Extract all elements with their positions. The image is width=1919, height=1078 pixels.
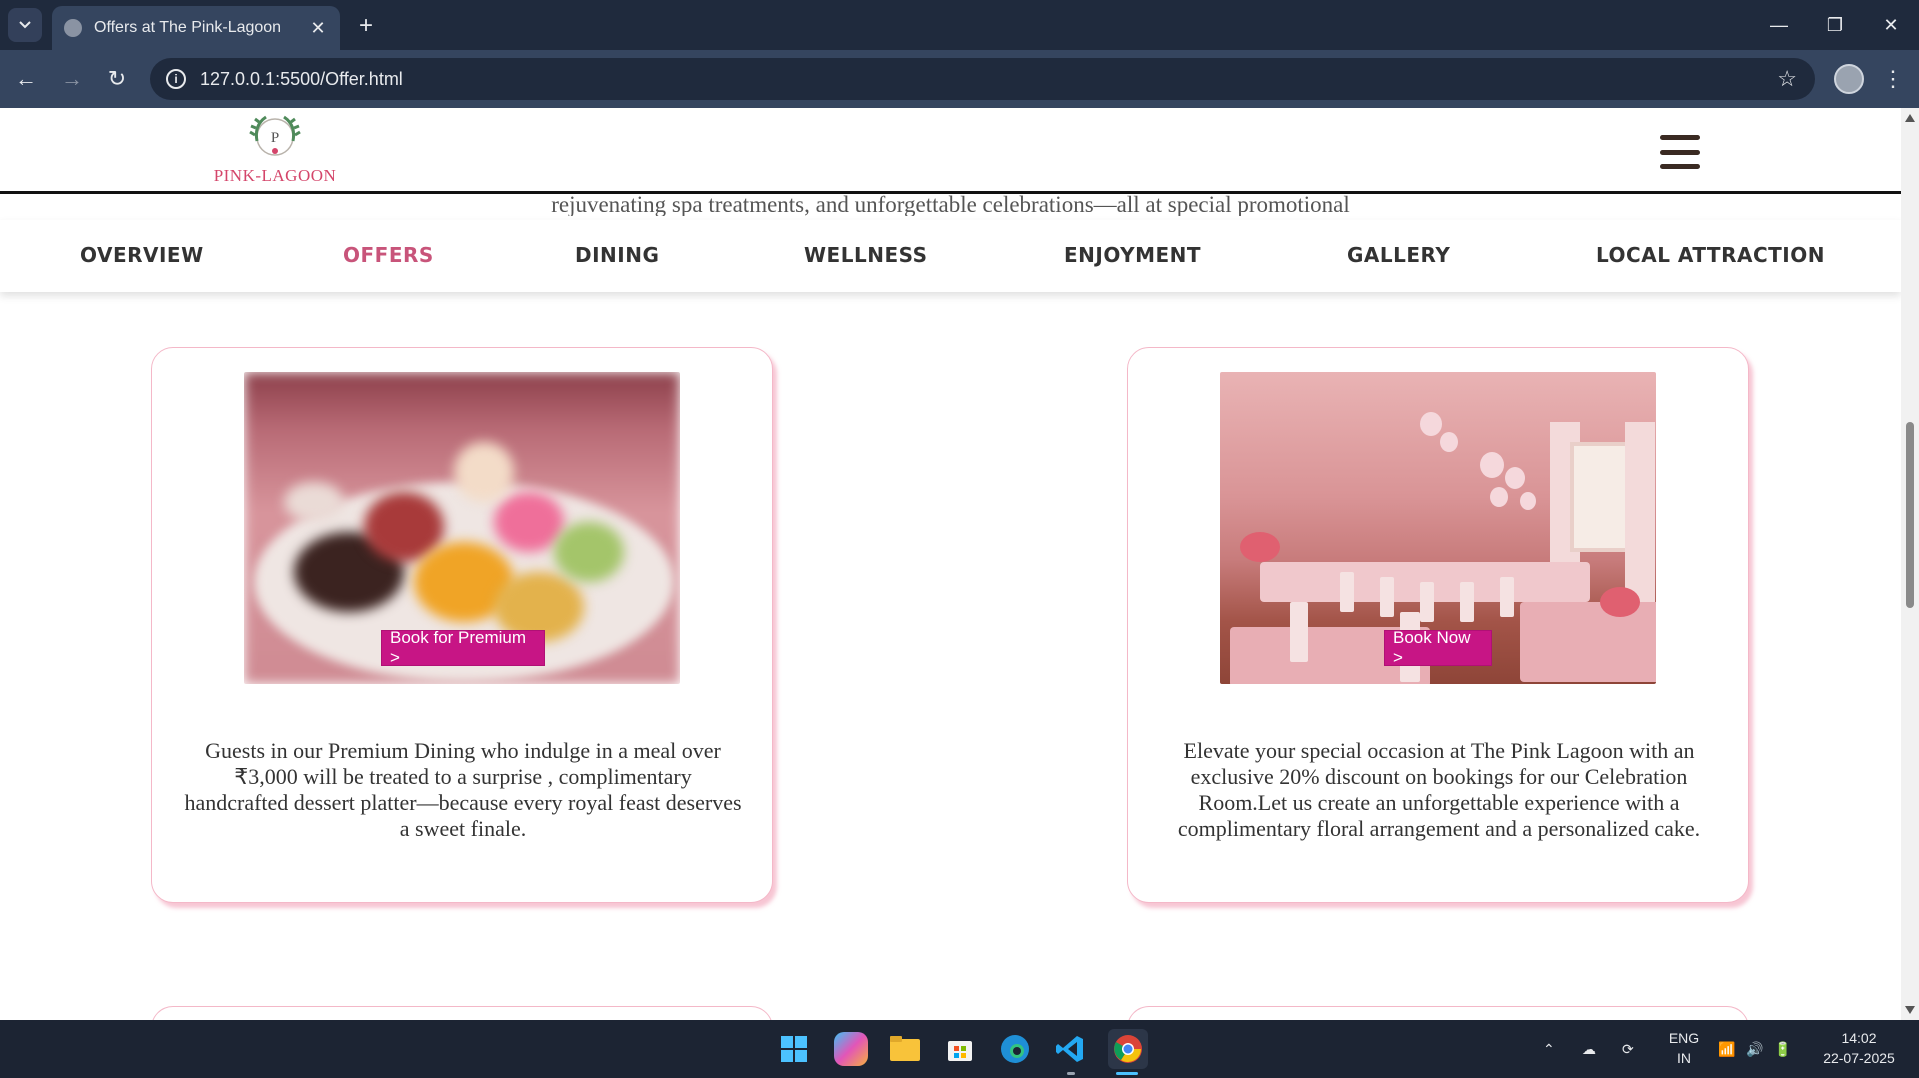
reload-icon[interactable]: ↻ [101, 63, 133, 95]
show-hidden-icons[interactable]: ⌃ [1543, 1020, 1555, 1078]
nav-dining[interactable]: DINING [575, 243, 659, 267]
nav-offers[interactable]: OFFERS [343, 243, 434, 267]
intro-text: rejuvenating spa treatments, and unforge… [551, 192, 1350, 216]
new-tab-button[interactable]: + [352, 12, 380, 40]
windows-taskbar: ⌃ ☁ ⟳ ENG IN 📶 🔊 🔋 14:02 22-07-2025 [0, 1020, 1919, 1078]
vscode-icon[interactable] [1053, 1032, 1087, 1066]
scroll-up-icon[interactable] [1905, 114, 1915, 122]
back-arrow-icon[interactable]: ← [10, 63, 42, 95]
restore-icon[interactable]: ❐ [1807, 0, 1863, 50]
scroll-down-icon[interactable] [1905, 1006, 1915, 1014]
edge-browser-icon[interactable] [998, 1032, 1032, 1066]
windows-start-icon[interactable] [777, 1032, 811, 1066]
offer-description: Elevate your special occasion at The Pin… [1177, 738, 1701, 841]
scroll-thumb[interactable] [1906, 422, 1914, 608]
language-indicator[interactable]: ENG IN [1664, 1028, 1704, 1068]
microsoft-store-icon[interactable] [943, 1032, 977, 1066]
tab-title: Offers at The Pink-Lagoon [94, 19, 282, 36]
forward-arrow-icon[interactable]: → [56, 63, 88, 95]
offer-description: Guests in our Premium Dining who indulge… [184, 738, 742, 841]
page-viewport: P PINK-LAGOON rejuvenating spa treatment… [0, 108, 1901, 1020]
hamburger-menu-icon[interactable] [1660, 132, 1700, 172]
nav-wellness[interactable]: WELLNESS [804, 243, 928, 267]
wifi-icon[interactable]: 📶 [1718, 1020, 1735, 1078]
tab-search-button[interactable] [8, 8, 42, 42]
logo-text: PINK-LAGOON [213, 166, 337, 185]
nav-overview[interactable]: OVERVIEW [80, 243, 204, 267]
volume-icon[interactable]: 🔊 [1746, 1020, 1763, 1078]
globe-icon [64, 19, 82, 37]
bookmark-star-icon[interactable]: ☆ [1777, 66, 1797, 92]
site-info-icon[interactable]: i [166, 69, 186, 89]
address-bar[interactable]: i 127.0.0.1:5500/Offer.html ☆ [150, 58, 1815, 100]
close-tab-icon[interactable]: ✕ [308, 18, 328, 39]
offer-card-celebration-room: Elevate your special occasion at The Pin… [1127, 347, 1749, 903]
site-header: P PINK-LAGOON [0, 108, 1901, 194]
copilot-icon[interactable] [834, 1032, 868, 1066]
profile-avatar[interactable] [1834, 64, 1864, 94]
section-nav: OVERVIEW OFFERS DINING WELLNESS ENJOYMEN… [0, 220, 1901, 292]
book-premium-button[interactable]: Book for Premium > [381, 628, 545, 667]
nav-gallery[interactable]: GALLERY [1347, 243, 1450, 267]
url-text: 127.0.0.1:5500/Offer.html [200, 68, 403, 89]
offer-card-premium-dining: Guests in our Premium Dining who indulge… [151, 347, 773, 903]
nav-local-attraction[interactable]: LOCAL ATTRACTION [1596, 243, 1825, 267]
offer-card-partial [151, 1006, 773, 1020]
offer-card-partial [1127, 1006, 1749, 1020]
browser-tab-active[interactable]: Offers at The Pink-Lagoon ✕ [52, 6, 340, 50]
system-clock[interactable]: 14:02 22-07-2025 [1814, 1028, 1904, 1068]
svg-text:P: P [271, 130, 279, 146]
sync-icon[interactable]: ⟳ [1622, 1020, 1634, 1078]
close-window-icon[interactable]: ✕ [1863, 0, 1919, 50]
laurel-wreath-icon: P [249, 115, 301, 156]
minimize-icon[interactable]: — [1751, 0, 1807, 50]
page-scrollbar[interactable] [1901, 108, 1919, 1020]
chevron-down-icon [19, 21, 31, 29]
window-controls: — ❐ ✕ [1751, 0, 1919, 50]
book-now-button[interactable]: Book Now > [1384, 628, 1492, 667]
site-logo[interactable]: P PINK-LAGOON [210, 111, 340, 189]
browser-tab-strip: Offers at The Pink-Lagoon ✕ + — ❐ ✕ [0, 0, 1919, 50]
browser-toolbar: ← → ↻ i 127.0.0.1:5500/Offer.html ☆ ⋮ [0, 50, 1919, 108]
nav-enjoyment[interactable]: ENJOYMENT [1064, 243, 1201, 267]
battery-icon[interactable]: 🔋 [1774, 1020, 1791, 1078]
file-explorer-icon[interactable] [888, 1032, 922, 1066]
onedrive-cloud-icon[interactable]: ☁ [1582, 1020, 1596, 1078]
browser-menu-icon[interactable]: ⋮ [1880, 63, 1906, 95]
chrome-icon[interactable] [1108, 1029, 1148, 1069]
